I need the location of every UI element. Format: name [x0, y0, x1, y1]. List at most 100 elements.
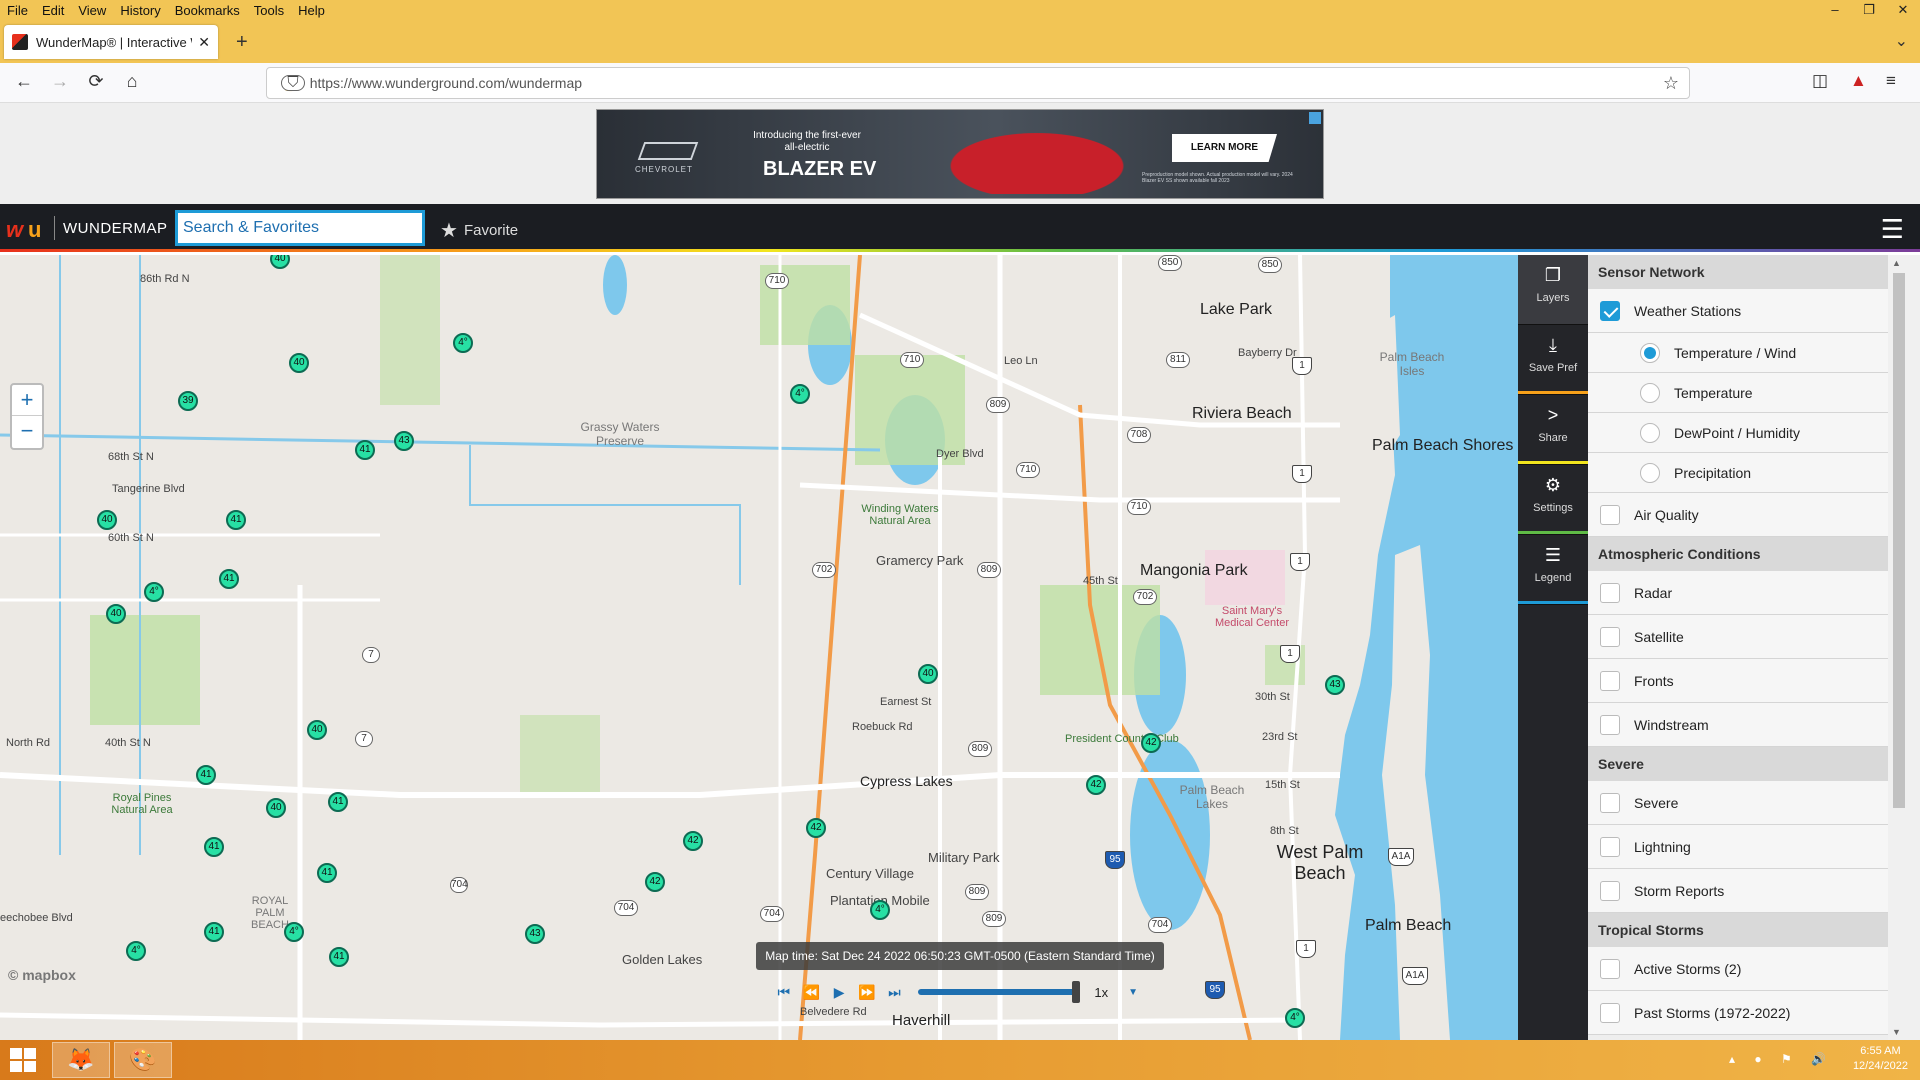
rail-share-button[interactable]: > Share [1518, 395, 1588, 465]
layer-storm-reports[interactable]: Storm Reports [1588, 869, 1888, 913]
speed-dropdown-icon[interactable]: ▼ [1128, 987, 1138, 998]
menu-bookmarks[interactable]: Bookmarks [168, 3, 247, 18]
speed-value[interactable]: 1x [1094, 985, 1108, 1000]
wu-logo[interactable]: w u [6, 215, 50, 242]
bookmark-star-icon[interactable]: ☆ [1663, 73, 1679, 94]
weather-station-marker[interactable]: 41 [196, 765, 216, 785]
windows-start-icon[interactable] [10, 1048, 38, 1072]
weather-station-marker[interactable]: 41 [317, 863, 337, 883]
scroll-down-icon[interactable]: ▼ [1892, 1027, 1901, 1037]
weather-station-marker[interactable]: 43 [394, 431, 414, 451]
zoom-in-button[interactable]: + [12, 385, 42, 416]
menu-edit[interactable]: Edit [35, 3, 71, 18]
rail-legend-button[interactable]: ☰ Legend [1518, 535, 1588, 605]
step-forward-icon[interactable]: ⏩ [853, 984, 881, 1001]
url-bar[interactable]: ⛉ 🔒 https://www.wunderground.com/wunderm… [266, 67, 1690, 99]
skip-last-icon[interactable]: ⏭ [881, 984, 909, 1001]
weather-station-marker[interactable]: 4° [1285, 1008, 1305, 1028]
menu-help[interactable]: Help [291, 3, 332, 18]
weather-station-marker[interactable]: 42 [645, 872, 665, 892]
weather-station-marker[interactable]: 40 [266, 798, 286, 818]
weather-station-marker[interactable]: 42 [806, 818, 826, 838]
checkbox[interactable] [1600, 836, 1620, 857]
option-dewpoint[interactable]: DewPoint / Humidity [1588, 413, 1888, 453]
option-temp-wind[interactable]: Temperature / Wind [1588, 333, 1888, 373]
checkbox[interactable] [1600, 504, 1620, 525]
rail-save-button[interactable]: ⤓ Save Pref [1518, 325, 1588, 395]
checkbox[interactable] [1600, 582, 1620, 603]
layer-weather-stations[interactable]: Weather Stations [1588, 289, 1888, 333]
weather-station-marker[interactable]: 4° [284, 922, 304, 942]
radio[interactable] [1640, 462, 1660, 483]
taskbar-clock[interactable]: 6:55 AM 12/24/2022 [1853, 1044, 1908, 1074]
menu-view[interactable]: View [71, 3, 113, 18]
layer-past-storms[interactable]: Past Storms (1972-2022) [1588, 991, 1888, 1035]
checkbox-checked[interactable] [1600, 300, 1620, 321]
weather-station-marker[interactable]: 41 [204, 922, 224, 942]
system-tray[interactable]: ▴ ● ⚑ 🔊 [1729, 1052, 1834, 1066]
layer-fronts[interactable]: Fronts [1588, 659, 1888, 703]
weather-station-marker[interactable]: 43 [525, 924, 545, 944]
checkbox[interactable] [1600, 626, 1620, 647]
weather-station-marker[interactable]: 40 [106, 604, 126, 624]
back-button[interactable]: ← [12, 71, 36, 92]
url-text[interactable]: https://www.wunderground.com/wundermap [310, 75, 582, 91]
radio[interactable] [1640, 422, 1660, 443]
radio-selected[interactable] [1640, 342, 1660, 363]
checkbox[interactable] [1600, 880, 1620, 901]
close-window-button[interactable]: ✕ [1886, 0, 1920, 21]
timeline-slider[interactable] [918, 981, 1081, 1003]
weather-station-marker[interactable]: 40 [289, 353, 309, 373]
weather-station-marker[interactable]: 41 [204, 837, 224, 857]
weather-station-marker[interactable]: 4° [870, 900, 890, 920]
timeline-handle[interactable] [1072, 981, 1081, 1003]
weather-station-marker[interactable]: 43 [1325, 675, 1345, 695]
checkbox[interactable] [1600, 670, 1620, 691]
layer-radar[interactable]: Radar [1588, 571, 1888, 615]
chevrolet-ad-banner[interactable]: CHEVROLET Introducing the first-ever all… [596, 109, 1324, 199]
hamburger-menu-icon[interactable]: ☰ [1881, 214, 1904, 245]
layer-severe[interactable]: Severe [1588, 781, 1888, 825]
weather-station-marker[interactable]: 41 [355, 440, 375, 460]
app-menu-icon[interactable]: ≡ [1886, 71, 1896, 91]
tab-wundermap[interactable]: WunderMap® | Interactive We… ✕ [4, 25, 218, 59]
home-button[interactable]: ⌂ [120, 71, 144, 92]
step-back-icon[interactable]: ⏪ [798, 984, 826, 1001]
weather-station-marker[interactable]: 41 [329, 947, 349, 967]
weather-station-marker[interactable]: 4° [453, 333, 473, 353]
option-precipitation[interactable]: Precipitation [1588, 453, 1888, 493]
weather-station-marker[interactable]: 42 [683, 831, 703, 851]
firefox-taskbar-icon[interactable]: 🦊 [52, 1042, 110, 1078]
weather-station-marker[interactable]: 4° [144, 582, 164, 602]
weather-station-marker[interactable]: 39 [178, 391, 198, 411]
search-input[interactable]: Search & Favorites [175, 210, 425, 246]
ad-learn-more-button[interactable]: LEARN MORE [1172, 134, 1277, 162]
restore-button[interactable]: ❐ [1852, 0, 1886, 21]
weather-station-marker[interactable]: 41 [219, 569, 239, 589]
zoom-out-button[interactable]: − [12, 416, 42, 447]
reload-button[interactable]: ⟳ [84, 71, 108, 92]
panel-scrollbar[interactable]: ▲ ▼ [1888, 255, 1920, 1040]
checkbox[interactable] [1600, 958, 1620, 979]
forward-button[interactable]: → [48, 71, 72, 92]
checkbox[interactable] [1600, 792, 1620, 813]
paint-taskbar-icon[interactable]: 🎨 [114, 1042, 172, 1078]
map-canvas[interactable]: Lake Park Riviera Beach Palm Beach Shore… [0, 255, 1518, 1040]
layer-satellite[interactable]: Satellite [1588, 615, 1888, 659]
weather-station-marker[interactable]: 4° [790, 384, 810, 404]
rail-settings-button[interactable]: ⚙ Settings [1518, 465, 1588, 535]
rail-layers-button[interactable]: ❐ Layers [1518, 255, 1588, 325]
play-icon[interactable]: ▶ [825, 984, 853, 1001]
layer-air-quality[interactable]: Air Quality [1588, 493, 1888, 537]
layer-windstream[interactable]: Windstream [1588, 703, 1888, 747]
mapbox-attribution[interactable]: © mapbox [8, 967, 76, 983]
layer-active-storms[interactable]: Active Storms (2) [1588, 947, 1888, 991]
new-tab-button[interactable]: + [236, 31, 248, 54]
menu-history[interactable]: History [113, 3, 167, 18]
weather-station-marker[interactable]: 40 [918, 664, 938, 684]
minimize-button[interactable]: – [1818, 0, 1852, 21]
favorite-button[interactable]: ★ Favorite [440, 218, 518, 243]
weather-station-marker[interactable]: 41 [328, 792, 348, 812]
tab-close-icon[interactable]: ✕ [198, 34, 210, 51]
weather-station-marker[interactable]: 41 [226, 510, 246, 530]
